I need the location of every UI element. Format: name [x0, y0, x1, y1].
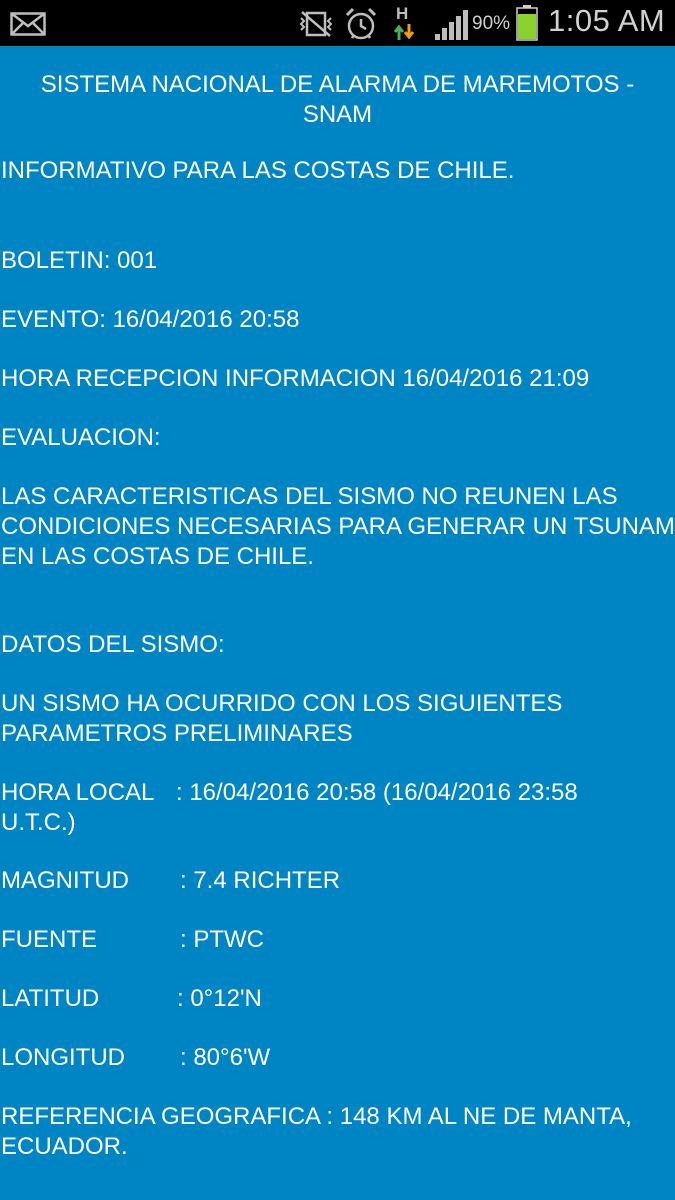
datos-intro-line-2: PARAMETROS PRELIMINARES [1, 720, 353, 747]
hora-local-row: HORA LOCAL : 16/04/2016 20:58 (16/04/2016… [1, 778, 671, 808]
evento-datetime: EVENTO: 16/04/2016 20:58 [1, 306, 300, 333]
evaluacion-line-3: EN LAS COSTAS DE CHILE. [1, 543, 314, 570]
email-icon[interactable] [10, 12, 46, 36]
fuente-value: : PTWC [180, 926, 264, 953]
title-line-2: SNAM [302, 101, 373, 128]
fuente-label: FUENTE [1, 926, 97, 953]
network-type-label: H [396, 4, 409, 23]
latitud-value: : 0°12'N [177, 985, 262, 1012]
datos-header: DATOS DEL SISMO: [1, 631, 225, 658]
magnitud-label: MAGNITUD [1, 867, 129, 894]
vibrate-off-icon [299, 11, 333, 37]
status-bar: H 90% 1:05 AM [0, 0, 675, 46]
signal-icon [435, 10, 468, 40]
latitud-label: LATITUD [1, 985, 100, 1012]
referencia-line-1: REFERENCIA GEOGRAFICA : 148 KM AL NE DE … [1, 1103, 632, 1130]
informativo-text: INFORMATIVO PARA LAS COSTAS DE CHILE. [1, 157, 515, 184]
longitud-value: : 80°6'W [180, 1044, 271, 1071]
magnitud-row: MAGNITUD : 7.4 RICHTER [1, 866, 671, 896]
hora-local-label: HORA LOCAL [1, 779, 155, 806]
alarm-icon [345, 7, 377, 40]
bulletin-content: SISTEMA NACIONAL DE ALARMA DE MAREMOTOS … [0, 46, 675, 1200]
latitud-row: LATITUD : 0°12'N [1, 984, 671, 1014]
evaluacion-header: EVALUACION: [1, 424, 161, 451]
longitud-label: LONGITUD [1, 1044, 126, 1071]
evaluacion-line-1: LAS CARACTERISTICAS DEL SISMO NO REUNEN … [1, 483, 618, 510]
boletin-number: BOLETIN: 001 [1, 247, 158, 274]
clock: 1:05 AM [548, 3, 666, 38]
hora-local-value-cont: U.T.C.) [1, 809, 76, 836]
magnitud-value: : 7.4 RICHTER [180, 867, 341, 894]
battery-percent: 90% [472, 13, 511, 34]
fuente-row: FUENTE : PTWC [1, 925, 671, 955]
hora-recepcion: HORA RECEPCION INFORMACION 16/04/2016 21… [1, 365, 590, 392]
datos-intro-line-1: UN SISMO HA OCURRIDO CON LOS SIGUIENTES [1, 690, 563, 717]
title-line-1: SISTEMA NACIONAL DE ALARMA DE MAREMOTOS … [40, 71, 635, 98]
page-title: SISTEMA NACIONAL DE ALARMA DE MAREMOTOS … [0, 70, 675, 130]
referencia-line-2: ECUADOR. [1, 1133, 128, 1160]
data-arrows-icon [394, 24, 415, 40]
battery-icon [516, 5, 538, 41]
longitud-row: LONGITUD : 80°6'W [1, 1043, 671, 1073]
evaluacion-line-2: CONDICIONES NECESARIAS PARA GENERAR UN T… [1, 513, 675, 540]
hora-local-value: : 16/04/2016 20:58 (16/04/2016 23:58 [176, 779, 578, 806]
